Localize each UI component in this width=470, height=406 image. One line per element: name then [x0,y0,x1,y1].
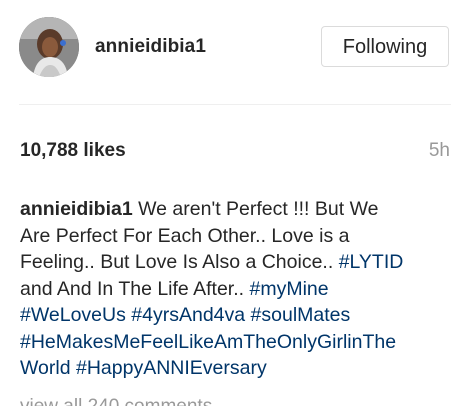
hashtag-link[interactable]: #WeLoveUs [20,304,126,326]
hashtag-link[interactable]: #HappyANNIEversary [76,357,267,379]
hashtag-link[interactable]: #4yrsAnd4va [131,304,245,326]
caption-line: Are Perfect For Each Other.. Love is a [20,223,452,250]
profile-photo-icon [19,17,79,77]
likes-count[interactable]: 10,788 likes [20,140,126,162]
caption-line: annieidibia1 We aren't Perfect !!! But W… [20,196,452,223]
caption-line: World #HappyANNIEversary [20,355,452,382]
caption-line: #WeLoveUs #4yrsAnd4va #soulMates [20,302,452,329]
avatar[interactable] [19,17,79,77]
view-all-comments-link[interactable]: view all 240 comments [20,396,212,406]
caption-line: Feeling.. But Love Is Also a Choice.. #L… [20,249,452,276]
hashtag-link[interactable]: #HeMakesMeFeelLikeAmTheOnlyGirlinThe [20,331,396,353]
post-timestamp: 5h [428,140,450,161]
post-username[interactable]: annieidibia1 [95,36,206,58]
post-caption: annieidibia1 We aren't Perfect !!! But W… [20,196,452,382]
caption-text: Are Perfect For Each Other.. Love is a [20,224,350,247]
caption-text: Feeling.. But Love Is Also a Choice.. [20,251,339,273]
instagram-post: annieidibia1 Following 10,788 likes 5h a… [0,0,470,406]
caption-username[interactable]: annieidibia1 [20,198,133,220]
hashtag-link[interactable]: #LYTID [339,251,404,273]
hashtag-link[interactable]: World [20,357,71,379]
post-header: annieidibia1 Following [0,0,470,96]
caption-text: We aren't Perfect !!! But We [132,198,379,220]
hashtag-link[interactable]: #soulMates [251,304,351,326]
header-divider [19,104,451,105]
hashtag-link[interactable]: #myMine [249,278,328,300]
following-button[interactable]: Following [321,26,449,67]
caption-line: #HeMakesMeFeelLikeAmTheOnlyGirlinThe [20,329,452,356]
caption-text: and And In The Life After.. [20,277,250,300]
caption-line: and And In The Life After.. #myMine [20,276,452,303]
